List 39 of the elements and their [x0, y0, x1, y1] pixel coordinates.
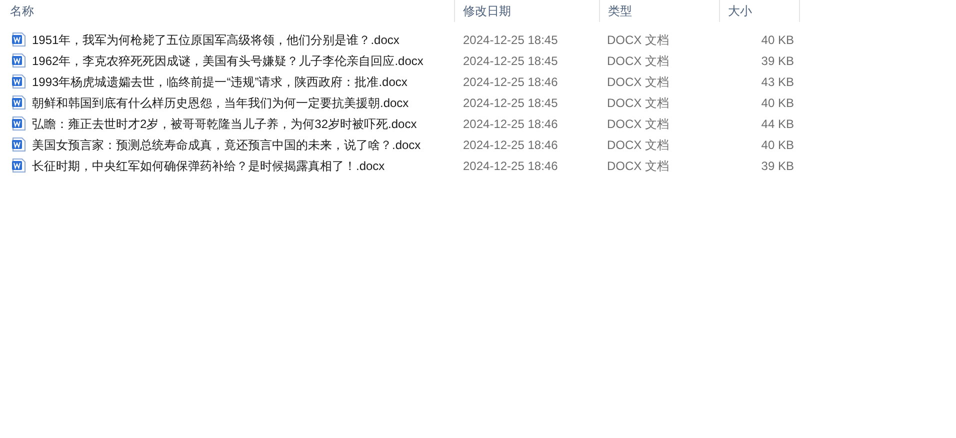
file-name[interactable]: 1951年，我军为何枪毙了五位原国军高级将领，他们分别是谁？.docx: [32, 30, 400, 48]
modified-date: 2024-12-25 18:46: [462, 136, 559, 154]
file-name[interactable]: 1993年杨虎城遗孀去世，临终前提一“违规”请求，陕西政府：批准.docx: [32, 72, 408, 90]
file-size: 43 KB: [760, 74, 794, 90]
file-size: 40 KB: [760, 94, 794, 112]
file-type: DOCX 文档: [606, 94, 670, 112]
word-document-icon: [12, 32, 26, 47]
file-name[interactable]: 弘瞻：雍正去世时才2岁，被哥哥乾隆当儿子养，为何32岁时被吓死.docx: [32, 114, 417, 132]
word-document-icon: [12, 137, 26, 152]
file-name[interactable]: 美国女预言家：预测总统寿命成真，竟还预言中国的未来，说了啥？.docx: [32, 136, 421, 154]
file-type: DOCX 文档: [606, 136, 670, 154]
word-document-icon: [12, 116, 26, 131]
modified-date: 2024-12-25 18:45: [462, 94, 559, 112]
file-size: 40 KB: [760, 136, 794, 154]
word-document-icon: [12, 158, 26, 173]
file-size: 39 KB: [760, 52, 794, 70]
modified-date: 2024-12-25 18:46: [462, 116, 559, 132]
file-type: DOCX 文档: [606, 158, 670, 174]
column-header[interactable]: 大小: [720, 0, 800, 22]
modified-date: 2024-12-25 18:45: [462, 52, 559, 70]
file-size: 44 KB: [760, 116, 794, 132]
file-name[interactable]: 长征时期，中央红军如何确保弹药补给？是时候揭露真相了！.docx: [32, 156, 385, 174]
file-type: DOCX 文档: [606, 52, 670, 70]
column-header[interactable]: 类型: [600, 0, 720, 22]
file-type: DOCX 文档: [606, 116, 670, 132]
file-size: 40 KB: [760, 32, 794, 48]
word-document-icon: [12, 95, 26, 110]
modified-date: 2024-12-25 18:46: [462, 74, 559, 90]
word-document-icon: [12, 74, 26, 89]
word-document-icon: [12, 53, 26, 68]
file-type: DOCX 文档: [606, 74, 670, 90]
file-size: 39 KB: [760, 158, 794, 174]
column-header[interactable]: 名称: [0, 0, 455, 22]
modified-date: 2024-12-25 18:46: [462, 158, 559, 174]
file-type: DOCX 文档: [606, 32, 670, 48]
modified-date: 2024-12-25 18:45: [462, 32, 559, 48]
column-header[interactable]: 修改日期: [455, 0, 600, 22]
file-name[interactable]: 1962年，李克农猝死死因成谜，美国有头号嫌疑？儿子李伦亲自回应.docx: [32, 52, 424, 70]
file-name[interactable]: 朝鲜和韩国到底有什么样历史恩怨，当年我们为何一定要抗美援朝.docx: [32, 94, 409, 112]
